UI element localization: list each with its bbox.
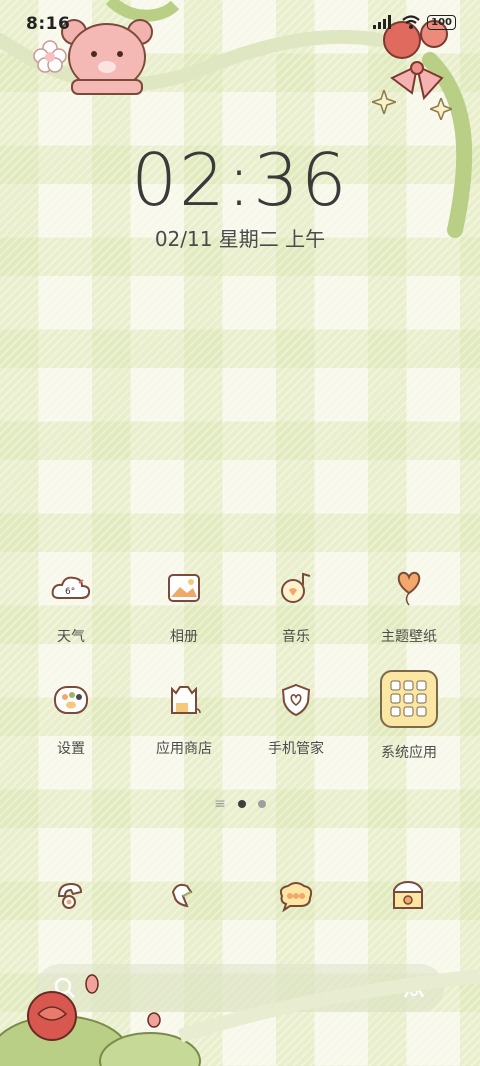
messages-icon xyxy=(279,882,313,912)
status-icons: 100 xyxy=(373,14,456,30)
app-photo-album[interactable]: 相册 xyxy=(129,564,239,646)
weather-icon: 6° xyxy=(47,564,95,612)
app-label: 系统应用 xyxy=(381,745,437,761)
app-label: 相册 xyxy=(170,629,198,645)
weather-temp: 6° xyxy=(65,587,75,597)
sparkle-icon xyxy=(372,90,396,114)
paw-settings-icon xyxy=(47,676,95,724)
lockscreen-date: 02/11 星期二 上午 xyxy=(154,227,326,251)
page-dot-active xyxy=(237,800,246,808)
shield-heart-icon xyxy=(272,676,320,724)
battery-indicator: 100 xyxy=(427,14,456,30)
camera-icon xyxy=(393,880,423,909)
sparkle-icon xyxy=(430,98,452,120)
page-list-icon: ≡ xyxy=(214,796,226,812)
page-indicator[interactable]: ≡ xyxy=(0,796,480,812)
app-store-bag-icon xyxy=(160,676,208,724)
dock-camera[interactable] xyxy=(384,872,432,920)
app-label: 应用商店 xyxy=(156,741,212,757)
app-music[interactable]: 音乐 xyxy=(241,564,351,646)
signal-icon xyxy=(373,15,392,29)
phone-icon xyxy=(57,882,83,909)
status-time: 8:16 xyxy=(26,14,71,34)
heart-balloon-icon xyxy=(385,564,433,612)
app-settings[interactable]: 设置 xyxy=(16,676,126,758)
folder-icon xyxy=(380,670,438,728)
app-label: 音乐 xyxy=(282,629,310,645)
music-icon xyxy=(272,564,320,612)
photo-album-icon xyxy=(160,564,208,612)
app-theme-wallpaper[interactable]: 主题壁纸 xyxy=(354,564,464,646)
app-system-folder[interactable]: 系统应用 xyxy=(354,670,464,762)
dock-phone[interactable] xyxy=(47,872,95,920)
browser-icon xyxy=(171,883,193,908)
wifi-icon xyxy=(402,15,420,29)
app-label: 设置 xyxy=(57,741,85,757)
app-label: 手机管家 xyxy=(268,741,324,757)
app-store[interactable]: 应用商店 xyxy=(129,676,239,758)
app-label: 主题壁纸 xyxy=(381,629,437,645)
page-dot xyxy=(257,800,266,808)
dock-messages[interactable] xyxy=(272,872,320,920)
app-weather[interactable]: 6° 天气 xyxy=(16,564,126,646)
bottom-bush-decoration xyxy=(0,969,480,1066)
status-bar: 8:16 100 xyxy=(0,0,480,46)
app-phone-manager[interactable]: 手机管家 xyxy=(241,676,351,758)
app-label: 天气 xyxy=(57,629,85,645)
lockscreen-clock: 02:36 xyxy=(131,138,349,222)
dock-browser[interactable] xyxy=(159,872,207,920)
